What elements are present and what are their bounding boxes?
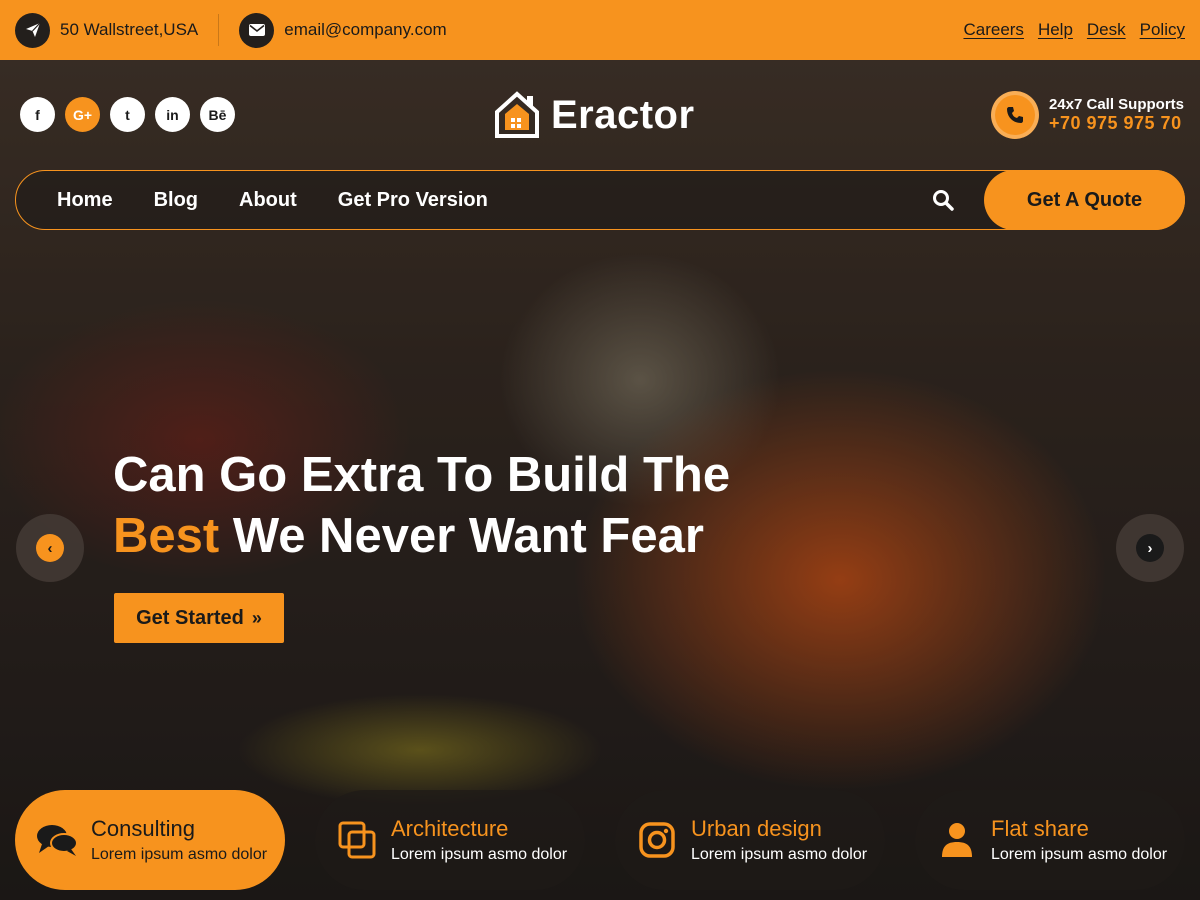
desk-link[interactable]: Desk (1087, 20, 1126, 40)
paper-plane-icon (15, 12, 50, 48)
service-card-flat-share[interactable]: Flat share Lorem ipsum asmo dolor (915, 790, 1185, 890)
service-card-consulting[interactable]: Consulting Lorem ipsum asmo dolor (15, 790, 285, 890)
nav-home[interactable]: Home (57, 189, 113, 212)
headline-line-1: Can Go Extra To Build The (113, 448, 731, 502)
services-row: Consulting Lorem ipsum asmo dolor Archit… (15, 790, 1185, 890)
nav-get-pro-version[interactable]: Get Pro Version (338, 189, 488, 212)
chevron-left-icon: ‹ (36, 534, 64, 562)
slider-next-button[interactable]: › (1116, 514, 1184, 582)
phone-icon (990, 91, 1039, 139)
top-links: Careers Help Desk Policy (963, 20, 1185, 40)
google-plus-icon[interactable]: G+ (65, 97, 100, 132)
service-card-architecture[interactable]: Architecture Lorem ipsum asmo dolor (315, 790, 585, 890)
linkedin-icon[interactable]: in (155, 97, 190, 132)
address-text: 50 Wallstreet,USA (60, 20, 199, 39)
facebook-icon[interactable]: f (20, 97, 55, 132)
top-bar: 50 Wallstreet,USA email@company.com Care… (0, 0, 1200, 60)
policy-link[interactable]: Policy (1140, 20, 1185, 40)
double-chevron-right-icon: » (251, 607, 262, 628)
chat-icon (33, 816, 81, 864)
instagram-icon (633, 816, 681, 864)
service-title: Flat share (991, 816, 1089, 841)
service-text: Consulting Lorem ipsum asmo dolor (91, 816, 267, 864)
twitter-icon[interactable]: t (110, 97, 145, 132)
help-link[interactable]: Help (1038, 20, 1073, 40)
nav-blog[interactable]: Blog (154, 189, 198, 212)
service-title: Architecture (391, 816, 509, 841)
service-title: Consulting (91, 816, 195, 841)
email-info[interactable]: email@company.com (239, 12, 447, 48)
hero-headline: Can Go Extra To Build The Best We Never … (113, 445, 730, 567)
headline-rest: We Never Want Fear (219, 509, 704, 563)
service-text: Architecture Lorem ipsum asmo dolor (391, 816, 567, 864)
divider (218, 14, 220, 46)
copy-icon (333, 816, 381, 864)
address-info: 50 Wallstreet,USA (15, 12, 199, 48)
social-links: f G+ t in Bē (20, 97, 235, 132)
get-started-button[interactable]: Get Started » (114, 593, 284, 643)
main-nav: Home Blog About Get Pro Version Get A Qu… (15, 170, 1185, 230)
careers-link[interactable]: Careers (963, 20, 1023, 40)
nav-about[interactable]: About (239, 189, 297, 212)
call-number[interactable]: +70 975 975 70 (1049, 113, 1184, 134)
service-subtitle: Lorem ipsum asmo dolor (391, 846, 568, 863)
behance-icon[interactable]: Bē (200, 97, 235, 132)
service-subtitle: Lorem ipsum asmo dolor (91, 846, 268, 863)
site-logo[interactable]: Eractor (493, 90, 695, 140)
headline-line-2: Best We Never Want Fear (113, 506, 730, 567)
logo-text: Eractor (551, 92, 695, 137)
service-title: Urban design (691, 816, 822, 841)
house-logo-icon (495, 91, 539, 138)
envelope-icon (239, 12, 275, 48)
slider-prev-button[interactable]: ‹ (16, 514, 84, 582)
get-started-label: Get Started (136, 606, 244, 629)
service-text: Urban design Lorem ipsum asmo dolor (691, 816, 867, 864)
search-icon[interactable] (932, 189, 954, 211)
service-card-urban-design[interactable]: Urban design Lorem ipsum asmo dolor (615, 790, 885, 890)
get-a-quote-button[interactable]: Get A Quote (984, 170, 1185, 230)
headline-accent: Best (113, 509, 220, 563)
service-text: Flat share Lorem ipsum asmo dolor (991, 816, 1167, 864)
call-text: 24x7 Call Supports +70 975 975 70 (1049, 96, 1184, 134)
call-support[interactable]: 24x7 Call Supports +70 975 975 70 (990, 91, 1184, 139)
hero-section: f G+ t in Bē Eractor 24x7 Call Supports … (0, 60, 1200, 900)
chevron-right-icon: › (1136, 534, 1164, 562)
user-icon (933, 816, 981, 864)
service-subtitle: Lorem ipsum asmo dolor (691, 846, 868, 863)
email-text[interactable]: email@company.com (284, 20, 446, 40)
call-label: 24x7 Call Supports (1048, 96, 1184, 113)
service-subtitle: Lorem ipsum asmo dolor (991, 846, 1168, 863)
